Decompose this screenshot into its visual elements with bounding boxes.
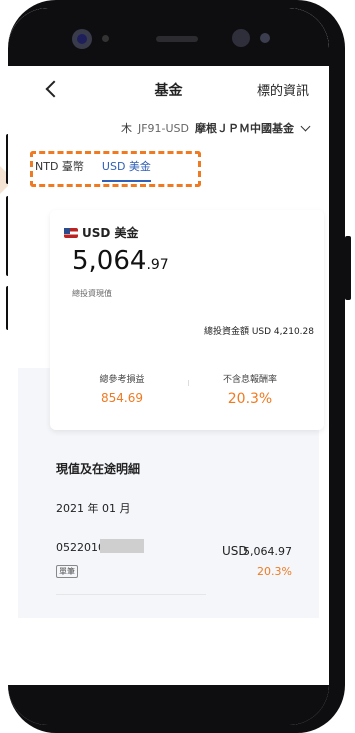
fund-name: 摩根ＪＰＭ中國基金: [195, 122, 294, 135]
account-number[interactable]: 0522010: [56, 541, 105, 554]
row-divider: [56, 594, 206, 595]
side-button: [345, 236, 351, 300]
us-flag-icon: [64, 227, 78, 238]
month-header: 2021 年 01 月: [56, 502, 131, 515]
total-current-value: 5,064.97: [72, 246, 169, 276]
speaker: [156, 36, 198, 42]
sensor-icon: [260, 33, 270, 43]
notch: [8, 8, 329, 66]
fund-info-link[interactable]: 標的資訊: [257, 80, 309, 99]
sensor-icon: [102, 35, 109, 42]
return-column: 不含息報酬率 20.3%: [190, 372, 310, 407]
camera-icon: [232, 29, 250, 47]
row-value: 5,064.97: [243, 545, 292, 558]
fund-selector[interactable]: ⽊ JF91-USD 摩根ＪＰＭ中國基金: [120, 120, 311, 136]
current-value-label: 總投資現值: [72, 289, 112, 298]
pnl-label: 總參考損益: [99, 375, 145, 385]
bottom-bezel: [8, 685, 329, 725]
top-bar: 基金 標的資訊: [8, 78, 329, 108]
masked-account: [100, 539, 144, 553]
phone-screen: 基金 標的資訊 ⽊ JF91-USD 摩根ＪＰＭ中國基金 NTD 臺幣 USD …: [8, 8, 329, 725]
row-return: 20.3%: [257, 565, 292, 578]
fund-logo-icon: ⽊: [120, 122, 132, 135]
currency-label: USD 美金: [82, 226, 139, 240]
currency-header: USD 美金: [64, 224, 139, 241]
divider: [188, 380, 189, 386]
return-label: 不含息報酬率: [222, 375, 277, 385]
total-invested: 總投資金額 USD 4,210.28: [203, 327, 314, 337]
highlight-box: [30, 151, 201, 187]
pnl-column: 總參考損益 854.69: [62, 372, 182, 405]
camera-icon: [72, 29, 92, 49]
order-type-badge: 單筆: [56, 565, 78, 578]
return-value: 20.3%: [227, 391, 273, 407]
chevron-down-icon: [300, 121, 311, 132]
summary-card: USD 美金 5,064.97 總投資現值 總投資金額 USD 4,210.28…: [50, 210, 324, 430]
fund-code: JF91-USD: [137, 121, 189, 135]
pnl-value: 854.69: [101, 391, 143, 405]
details-title: 現值及在途明細: [56, 462, 141, 476]
